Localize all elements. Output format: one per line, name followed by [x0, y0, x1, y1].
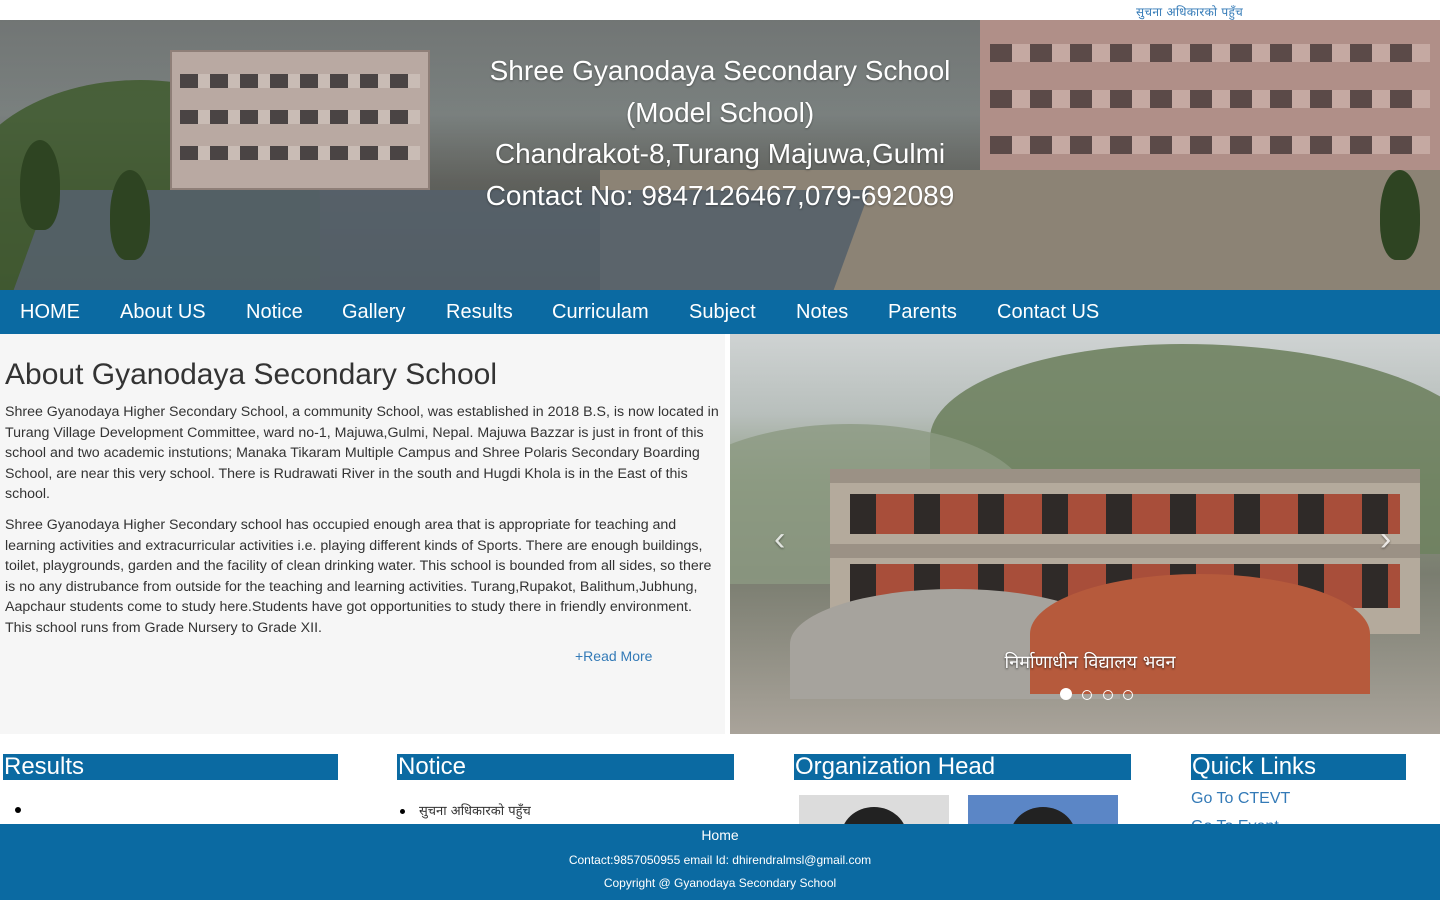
carousel-dot[interactable] [1060, 688, 1072, 700]
building-slab [830, 469, 1420, 483]
notice-heading: Notice [397, 754, 734, 780]
nav-parents[interactable]: Parents [888, 301, 957, 323]
carousel-dot[interactable] [1082, 690, 1093, 700]
quick-link-ctevt[interactable]: Go To CTEVT [1191, 790, 1290, 808]
nav-home[interactable]: HOME [20, 301, 80, 323]
about-paragraph-1: Shree Gyanodaya Higher Secondary School,… [5, 404, 719, 502]
building-windows [850, 494, 1400, 534]
carousel-dot[interactable] [1102, 690, 1113, 700]
nav-contact-us[interactable]: Contact US [997, 301, 1099, 323]
results-heading: Results [3, 754, 338, 780]
footer: Home Contact:9857050955 email Id: dhiren… [0, 824, 1440, 900]
nav-curriculam[interactable]: Curriculam [552, 301, 649, 323]
read-more-link[interactable]: +Read More [575, 648, 652, 664]
quick-links-heading: Quick Links [1191, 754, 1406, 780]
footer-contact: Contact:9857050955 email Id: dhirendralm… [568, 853, 872, 867]
notice-list: सुचना अधिकारको पहुँच [400, 801, 531, 819]
school-contact: Contact No: 9847126467,079-692089 [485, 179, 955, 211]
carousel-caption: निर्माणाधीन विद्यालय भवन [1004, 652, 1176, 673]
about-title: About Gyanodaya Secondary School [5, 358, 497, 391]
chevron-left-icon[interactable]: ‹ [774, 520, 785, 559]
results-list [15, 800, 21, 818]
school-subtitle: (Model School) [625, 96, 815, 128]
list-bullet [400, 809, 405, 814]
nav-notes[interactable]: Notes [796, 301, 848, 323]
footer-home-link[interactable]: Home [0, 827, 1440, 843]
nav-results[interactable]: Results [446, 301, 513, 323]
nav-gallery[interactable]: Gallery [342, 301, 405, 323]
image-carousel: ‹ › निर्माणाधीन विद्यालय भवन [730, 334, 1440, 734]
rti-access-link[interactable]: सुचना अधिकारको पहुँच [1136, 3, 1243, 20]
school-address: Chandrakot-8,Turang Majuwa,Gulmi [494, 138, 946, 169]
chevron-right-icon[interactable]: › [1380, 520, 1391, 559]
header-banner: Shree Gyanodaya Secondary School (Model … [0, 20, 1440, 290]
carousel-dot[interactable] [1123, 690, 1134, 700]
building-slab [830, 544, 1420, 558]
top-strip: सुचना अधिकारको पहुँच [0, 0, 1440, 20]
about-paragraph-2: Shree Gyanodaya Higher Secondary school … [5, 517, 712, 636]
nav-subject[interactable]: Subject [689, 301, 756, 323]
org-head-heading: Organization Head [794, 754, 1131, 780]
list-bullet [15, 807, 21, 813]
footer-copyright: Copyright @ Gyanodaya Secondary School [603, 876, 837, 890]
carousel-indicators [1060, 687, 1139, 705]
school-name: Shree Gyanodaya Secondary School [489, 55, 951, 86]
main-nav: HOME About US Notice Gallery Results Cur… [0, 290, 1440, 334]
about-section: About Gyanodaya Secondary School Shree G… [0, 334, 725, 734]
carousel-brick-pile [1030, 574, 1370, 694]
notice-item-link[interactable]: सुचना अधिकारको पहुँच [419, 804, 531, 819]
nav-about-us[interactable]: About US [120, 301, 206, 323]
school-title-block: Shree Gyanodaya Secondary School (Model … [0, 50, 1440, 216]
nav-notice[interactable]: Notice [246, 301, 303, 323]
